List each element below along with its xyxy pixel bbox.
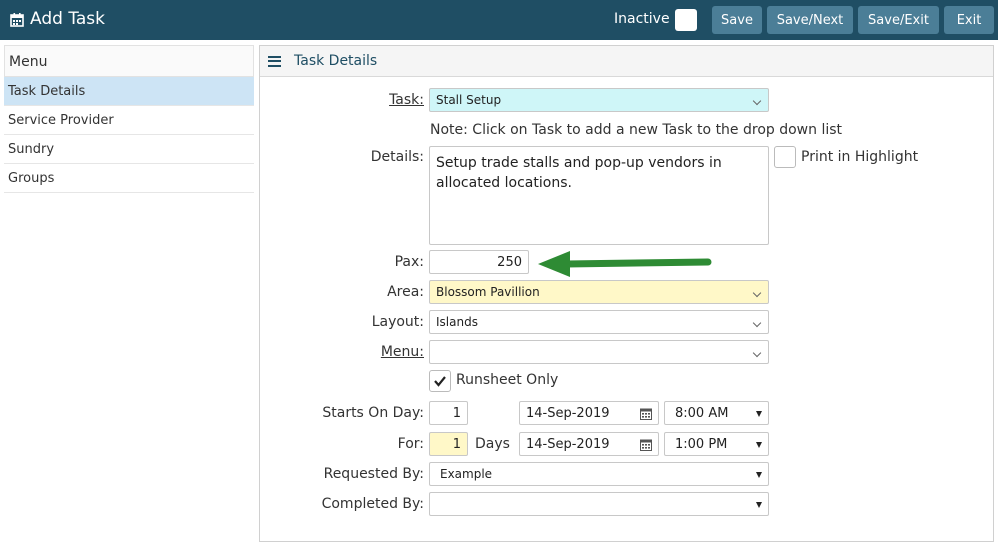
annotation-arrow-icon xyxy=(538,251,712,277)
layout-select[interactable]: Islands xyxy=(429,310,769,334)
calendar-icon[interactable] xyxy=(640,407,652,420)
for-time-select[interactable]: 1:00 PM xyxy=(664,432,769,456)
top-bar: Add Task Inactive Save Save/Next Save/Ex… xyxy=(0,0,998,40)
details-textarea[interactable]: Setup trade stalls and pop-up vendors in… xyxy=(429,146,769,245)
sidebar-item-groups[interactable]: Groups xyxy=(4,164,254,193)
requested-by-select[interactable]: Example xyxy=(429,462,769,486)
completed-by-label: Completed By: xyxy=(321,496,424,512)
starts-date-value: 14-Sep-2019 xyxy=(526,406,610,421)
task-value: Stall Setup xyxy=(436,93,502,107)
page-title-text: Add Task xyxy=(30,9,106,29)
checkmark-icon xyxy=(434,376,446,387)
starts-time-select[interactable]: 8:00 AM xyxy=(664,401,769,425)
starts-day-input[interactable]: 1 xyxy=(429,401,468,425)
caret-down-icon xyxy=(756,442,762,448)
for-date-value: 14-Sep-2019 xyxy=(526,437,610,452)
inactive-checkbox[interactable] xyxy=(675,9,697,31)
caret-down-icon xyxy=(756,411,762,417)
layout-label: Layout: xyxy=(371,314,424,330)
sidebar-item-task-details[interactable]: Task Details xyxy=(4,77,254,106)
area-value: Blossom Pavillion xyxy=(436,285,540,299)
chevron-down-icon xyxy=(752,348,762,358)
sidebar: Menu Task Details Service Provider Sundr… xyxy=(4,45,254,193)
for-days-input[interactable]: 1 xyxy=(429,432,468,456)
hamburger-icon[interactable] xyxy=(268,55,281,67)
print-highlight-checkbox[interactable] xyxy=(774,146,796,168)
requested-by-value: Example xyxy=(440,467,493,481)
task-note: Note: Click on Task to add a new Task to… xyxy=(430,122,843,138)
panel-title: Task Details xyxy=(294,53,378,69)
for-time-value: 1:00 PM xyxy=(675,436,728,452)
sidebar-item-sundry[interactable]: Sundry xyxy=(4,135,254,164)
for-label: For: xyxy=(397,436,424,452)
for-date-input[interactable]: 14-Sep-2019 xyxy=(519,432,659,456)
exit-button[interactable]: Exit xyxy=(944,6,994,34)
caret-down-icon xyxy=(756,472,762,478)
chevron-down-icon xyxy=(752,288,762,298)
area-select[interactable]: Blossom Pavillion xyxy=(429,280,769,304)
requested-by-label: Requested By: xyxy=(323,466,424,482)
completed-by-select[interactable] xyxy=(429,492,769,516)
starts-on-day-label: Starts On Day: xyxy=(322,405,424,421)
pax-input[interactable]: 250 xyxy=(429,250,529,274)
area-label: Area: xyxy=(387,284,424,300)
caret-down-icon xyxy=(756,502,762,508)
task-select[interactable]: Stall Setup xyxy=(429,88,769,112)
panel-header: Task Details xyxy=(260,46,993,77)
inactive-label: Inactive xyxy=(614,11,670,27)
calendar-icon[interactable] xyxy=(640,438,652,451)
sidebar-item-service-provider[interactable]: Service Provider xyxy=(4,106,254,135)
calendar-icon xyxy=(10,12,24,27)
menu-select[interactable] xyxy=(429,340,769,364)
details-label: Details: xyxy=(370,149,424,165)
save-button[interactable]: Save xyxy=(712,6,762,34)
pax-label: Pax: xyxy=(394,254,424,270)
page-title: Add Task xyxy=(10,9,105,29)
days-label: Days xyxy=(475,436,510,452)
save-next-button[interactable]: Save/Next xyxy=(767,6,853,34)
runsheet-only-checkbox[interactable] xyxy=(429,370,451,392)
chevron-down-icon xyxy=(752,96,762,106)
starts-date-input[interactable]: 14-Sep-2019 xyxy=(519,401,659,425)
menu-label[interactable]: Menu: xyxy=(254,344,424,360)
save-exit-button[interactable]: Save/Exit xyxy=(858,6,939,34)
chevron-down-icon xyxy=(752,318,762,328)
print-highlight-label: Print in Highlight xyxy=(801,149,919,165)
task-label[interactable]: Task: xyxy=(254,92,424,108)
layout-value: Islands xyxy=(436,315,478,329)
runsheet-only-label: Runsheet Only xyxy=(456,372,559,388)
sidebar-heading: Menu xyxy=(4,45,254,77)
starts-time-value: 8:00 AM xyxy=(675,405,729,421)
